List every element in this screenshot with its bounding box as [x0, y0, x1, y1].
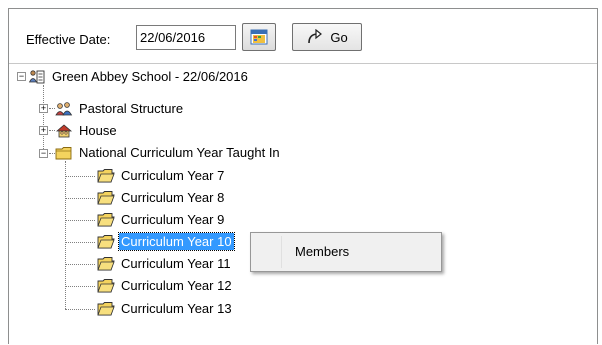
effective-date-label: Effective Date: [26, 32, 111, 47]
collapse-toggle[interactable]: − [39, 149, 48, 158]
people-group-icon [55, 101, 73, 115]
tree-leaf-label: Curriculum Year 13 [121, 301, 232, 316]
tree-leaf-curriculum-year-7[interactable]: Curriculum Year 7 [97, 166, 226, 185]
context-menu-separator [281, 236, 282, 268]
tree-node-label: National Curriculum Year Taught In [79, 145, 280, 160]
open-folder-icon [97, 234, 115, 248]
open-folder-icon [97, 278, 115, 292]
expand-toggle[interactable]: + [39, 104, 48, 113]
tree-connector [65, 309, 95, 310]
tree-connector [65, 242, 95, 243]
tree-node-label: Pastoral Structure [79, 101, 184, 116]
tree-leaf-curriculum-year-13[interactable]: Curriculum Year 13 [97, 299, 234, 318]
tree-leaf-curriculum-year-8[interactable]: Curriculum Year 8 [97, 188, 226, 207]
folder-icon [55, 146, 72, 159]
tree-leaf-curriculum-year-9[interactable]: Curriculum Year 9 [97, 210, 226, 229]
house-group-icon [55, 123, 73, 137]
open-folder-icon [97, 256, 115, 270]
tree-connector [65, 286, 95, 287]
tree-node-pastoral-structure[interactable]: Pastoral Structure [55, 99, 185, 118]
expand-toggle[interactable]: + [39, 126, 48, 135]
open-folder-icon [97, 212, 115, 226]
tree-leaf-label: Curriculum Year 12 [121, 278, 232, 293]
tree-leaf-label: Curriculum Year 10 [118, 232, 235, 251]
collapse-toggle[interactable]: − [17, 72, 26, 81]
context-menu-item-members[interactable]: Members [295, 244, 349, 259]
calendar-button[interactable] [242, 23, 276, 51]
open-folder-icon [97, 168, 115, 182]
window-frame: Effective Date: Go [8, 8, 598, 344]
tree-connector [65, 264, 95, 265]
go-button[interactable]: Go [292, 23, 362, 51]
tree-leaf-label: Curriculum Year 11 [121, 256, 231, 271]
tree-leaf-curriculum-year-11[interactable]: Curriculum Year 11 [97, 254, 233, 273]
redo-arrow-icon [308, 29, 323, 44]
tree-root[interactable]: Green Abbey School - 22/06/2016 [28, 67, 250, 86]
open-folder-icon [97, 301, 115, 315]
tree-leaf-curriculum-year-12[interactable]: Curriculum Year 12 [97, 276, 234, 295]
tree-node-house[interactable]: House [55, 121, 119, 140]
tree-connector [65, 176, 95, 177]
toolbar: Effective Date: Go [9, 9, 597, 64]
school-structure-icon [28, 69, 45, 83]
tree-leaf-label: Curriculum Year 8 [121, 190, 225, 205]
tree-connector [43, 85, 44, 153]
tree-node-national-curriculum[interactable]: National Curriculum Year Taught In [55, 143, 282, 162]
tree-node-label: House [79, 123, 117, 138]
tree-view[interactable]: − Green Abbey School - 22/06/2016 + Past… [9, 64, 597, 344]
tree-leaf-label: Curriculum Year 9 [121, 212, 225, 227]
open-folder-icon [97, 190, 115, 204]
go-button-label: Go [330, 29, 348, 45]
effective-date-input[interactable] [136, 25, 236, 50]
context-menu: Members [250, 232, 442, 272]
tree-leaf-curriculum-year-10[interactable]: Curriculum Year 10 [97, 232, 235, 251]
tree-connector [65, 198, 95, 199]
calendar-icon [250, 29, 268, 45]
tree-leaf-label: Curriculum Year 7 [121, 168, 225, 183]
tree-connector [65, 220, 95, 221]
tree-root-label: Green Abbey School - 22/06/2016 [52, 69, 248, 84]
